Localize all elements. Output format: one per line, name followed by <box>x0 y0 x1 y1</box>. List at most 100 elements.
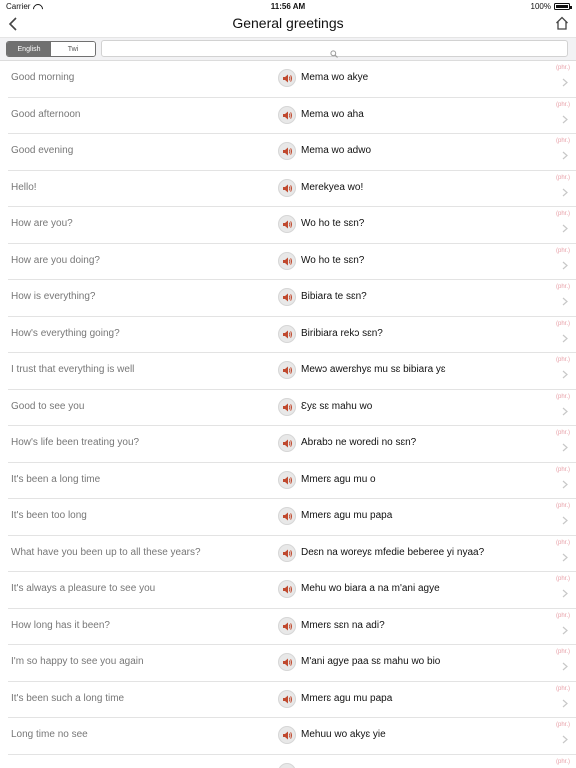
list-item[interactable]: It's been too long Mmerɛ agu mu papa (ph… <box>0 499 576 536</box>
status-time: 11:56 AM <box>270 2 306 11</box>
twi-translation: Abrabɔ ne woredi no sɛn? <box>301 437 417 448</box>
chevron-right-icon <box>562 658 568 671</box>
chevron-right-icon <box>562 403 568 415</box>
phrase-tag: (phr.) <box>555 211 570 217</box>
list-item[interactable]: I'm so happy to see you again M'ani agye… <box>0 645 576 682</box>
twi-translation: Merekyea wo! <box>301 181 364 193</box>
twi-translation: M'ani agye paa sɛ mahu wo bio <box>301 656 441 667</box>
phrase-tag: (phr.) <box>555 685 570 692</box>
twi-translation: Deɛn na woreyɛ mfedie beberee yi nyaa? <box>301 546 485 558</box>
speaker-icon <box>283 476 292 484</box>
list-item[interactable]: Good evening Mema wo adwo (phr.) <box>0 134 576 171</box>
phrase-tag: (phr.) <box>555 284 570 290</box>
phrase-list: Good morning Mema wo akye (phr.) Good af… <box>0 61 576 768</box>
speaker-button[interactable] <box>278 288 296 306</box>
search-icon <box>330 45 338 58</box>
speaker-button[interactable] <box>278 178 296 197</box>
list-item[interactable]: How long has it been? Mmerɛ sɛn na adi? … <box>0 609 576 646</box>
list-item[interactable]: How is everything? Bibiara te sɛn? (phr.… <box>0 280 576 317</box>
phrase-tag: (phr.) <box>555 320 570 327</box>
english-phrase: Hello! <box>11 181 37 193</box>
list-item[interactable]: It's been such a long time Mmerɛ agu mu … <box>0 682 576 719</box>
speaker-button[interactable] <box>278 762 296 768</box>
list-item[interactable]: It's been a long time Mmerɛ agu mu o (ph… <box>0 463 576 500</box>
english-phrase: It's been too long <box>11 510 87 521</box>
twi-translation: Ɛyɛ sɛ mahu wo <box>301 400 373 412</box>
speaker-button[interactable] <box>278 543 296 562</box>
speaker-button[interactable] <box>278 689 296 708</box>
speaker-icon <box>283 512 292 521</box>
phrase-tag: (phr.) <box>555 612 570 619</box>
speaker-button[interactable] <box>278 653 296 671</box>
phrase-tag: (phr.) <box>555 466 570 473</box>
speaker-button[interactable] <box>278 726 296 744</box>
chevron-right-icon <box>562 111 568 123</box>
english-phrase: Good evening <box>11 145 74 156</box>
speaker-icon <box>283 366 292 375</box>
chevron-right-icon <box>562 512 568 525</box>
phrase-tag: (phr.) <box>555 357 570 363</box>
list-item[interactable]: Good to see you Ɛyɛ sɛ mahu wo (phr.) <box>0 390 576 427</box>
list-item[interactable]: I trust that everything is well Mewɔ awe… <box>0 353 576 390</box>
speaker-icon <box>283 74 292 83</box>
list-item[interactable]: It's always a pleasure to see you Mehu w… <box>0 572 576 609</box>
phrase-tag: (phr.) <box>555 430 570 436</box>
speaker-button[interactable] <box>278 616 296 635</box>
speaker-button[interactable] <box>278 507 296 525</box>
english-phrase: Good morning <box>11 72 75 83</box>
speaker-icon <box>283 622 292 630</box>
list-item[interactable]: Hello! Merekyea wo! (phr.) <box>0 171 576 208</box>
speaker-button[interactable] <box>278 142 296 160</box>
speaker-button[interactable] <box>278 470 296 489</box>
chevron-right-icon <box>562 220 568 233</box>
speaker-icon <box>283 220 292 229</box>
phrase-tag: (phr.) <box>555 138 570 144</box>
english-phrase: It's been such a long time <box>11 692 125 704</box>
list-item[interactable]: How are you? Wo ho te sɛn? (phr.) <box>0 207 576 244</box>
phrase-tag: (phr.) <box>555 722 570 728</box>
phrase-tag: (phr.) <box>555 576 570 582</box>
phrase-tag: (phr.) <box>555 503 570 509</box>
status-right: 100% <box>531 2 572 11</box>
english-phrase: How are you? <box>11 218 73 229</box>
battery-fill <box>556 5 568 8</box>
list-item[interactable]: Long time no see Mehuu wo akyɛ yie (phr.… <box>0 718 576 755</box>
segment-twi[interactable]: Twi <box>51 42 95 56</box>
twi-translation: Mehuu wo akyɛ yie <box>301 729 386 740</box>
speaker-button[interactable] <box>278 215 296 233</box>
speaker-button[interactable] <box>278 397 296 416</box>
list-item[interactable]: How's everything going? Biribiara rekɔ s… <box>0 317 576 354</box>
list-item[interactable]: (phr.) <box>0 755 576 768</box>
segment-english[interactable]: English <box>7 42 51 56</box>
list-item[interactable]: Good afternoon Mema wo aha (phr.) <box>0 98 576 135</box>
list-item[interactable]: What have you been up to all these years… <box>0 536 576 573</box>
list-item[interactable]: How are you doing? Wo ho te sɛn? (phr.) <box>0 244 576 281</box>
speaker-button[interactable] <box>278 580 296 598</box>
speaker-button[interactable] <box>278 105 296 124</box>
chevron-right-icon <box>562 184 568 196</box>
twi-translation: Mema wo akye <box>301 72 369 83</box>
home-icon[interactable] <box>554 15 570 31</box>
speaker-button[interactable] <box>278 434 296 452</box>
speaker-icon <box>283 731 292 740</box>
twi-translation: Mmerɛ agu mu papa <box>301 510 393 521</box>
chevron-right-icon <box>562 549 568 561</box>
twi-translation: Biribiara rekɔ sɛn? <box>301 327 383 339</box>
english-phrase: How is everything? <box>11 291 96 302</box>
speaker-button[interactable] <box>278 361 296 379</box>
list-item[interactable]: How's life been treating you? Abrabɔ ne … <box>0 426 576 463</box>
chevron-right-icon <box>562 330 568 342</box>
english-phrase: I trust that everything is well <box>11 364 135 375</box>
speaker-button[interactable] <box>278 251 296 270</box>
chevron-right-icon <box>562 74 568 87</box>
speaker-button[interactable] <box>278 69 296 87</box>
speaker-icon <box>283 111 292 119</box>
speaker-icon <box>283 293 292 302</box>
chevron-right-icon <box>562 147 568 160</box>
speaker-button[interactable] <box>278 324 296 343</box>
phrase-tag: (phr.) <box>555 539 570 546</box>
phrase-tag: (phr.) <box>555 174 570 181</box>
list-item[interactable]: Good morning Mema wo akye (phr.) <box>0 61 576 98</box>
search-input[interactable] <box>101 40 568 58</box>
chevron-right-icon <box>562 366 568 379</box>
